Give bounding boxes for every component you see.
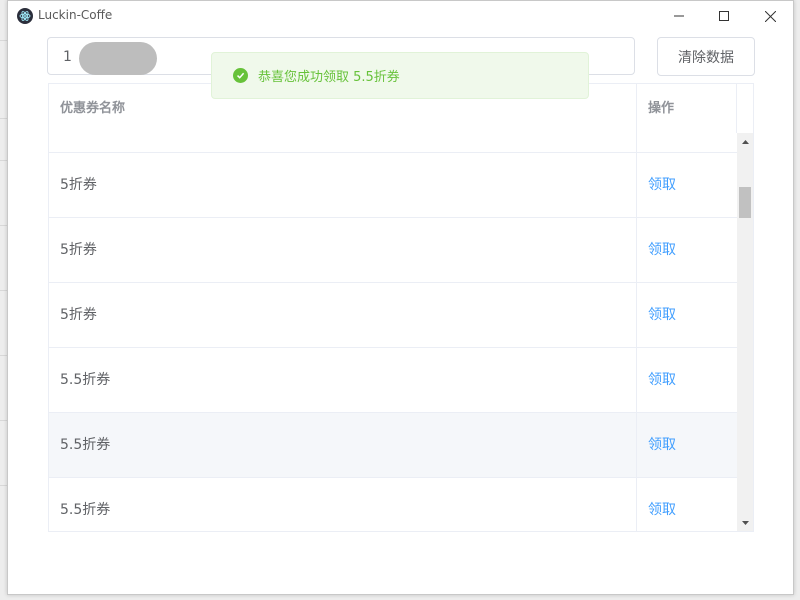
vertical-scrollbar[interactable]: [737, 133, 753, 531]
claim-link[interactable]: 领取: [648, 283, 676, 347]
clear-data-button[interactable]: 清除数据: [657, 37, 755, 76]
redacted-overlay: [79, 42, 157, 75]
coupon-name: 5折券: [60, 242, 97, 258]
toast-message: 恭喜您成功领取 5.5折券: [258, 70, 400, 85]
window-title: Luckin-Coffe: [38, 8, 113, 22]
table-row: 5折券 领取: [49, 218, 737, 283]
coupon-name: 5折券: [60, 307, 97, 323]
table-row: 5.5折券 领取: [49, 348, 737, 413]
success-toast: 恭喜您成功领取 5.5折券: [211, 52, 589, 99]
minimize-button[interactable]: [656, 1, 702, 31]
claim-link[interactable]: 领取: [648, 153, 676, 217]
table-row: [49, 133, 737, 153]
coupon-name: 5.5折券: [60, 372, 111, 388]
coupon-name: 5.5折券: [60, 502, 111, 518]
coupon-name: 5折券: [60, 177, 97, 193]
app-window: Luckin-Coffe 1 清除数据 优惠券名称 操作 5折券 领取 5折券 …: [7, 0, 794, 595]
close-icon: [764, 10, 776, 22]
table-body: 5折券 领取 5折券 领取 5折券 领取 5.5折券 领取 5.5折券 领取 5…: [49, 133, 737, 531]
minimize-icon: [674, 15, 684, 17]
close-button[interactable]: [747, 1, 793, 31]
title-bar: Luckin-Coffe: [8, 1, 793, 31]
scroll-down-arrow-icon[interactable]: [737, 514, 753, 531]
table-row: 5折券 领取: [49, 283, 737, 348]
table-row: 5.5折券 领取: [49, 478, 737, 531]
claim-link[interactable]: 领取: [648, 348, 676, 412]
table-row: 5.5折券 领取: [49, 413, 737, 478]
coupon-name: 5.5折券: [60, 437, 111, 453]
scrollbar-thumb[interactable]: [739, 187, 751, 218]
app-logo-icon: [17, 8, 33, 24]
claim-link[interactable]: 领取: [648, 478, 676, 531]
coupon-table: 优惠券名称 操作 5折券 领取 5折券 领取 5折券 领取 5.5折券 领取 5…: [48, 83, 754, 532]
column-header-name: 优惠券名称: [60, 101, 126, 116]
claim-link[interactable]: 领取: [648, 218, 676, 282]
check-circle-icon: [233, 68, 248, 83]
claim-link[interactable]: 领取: [648, 413, 676, 477]
scroll-up-arrow-icon[interactable]: [737, 133, 753, 150]
maximize-button[interactable]: [701, 1, 747, 31]
column-header-action: 操作: [648, 101, 675, 116]
maximize-icon: [719, 11, 729, 21]
table-row: 5折券 领取: [49, 153, 737, 218]
